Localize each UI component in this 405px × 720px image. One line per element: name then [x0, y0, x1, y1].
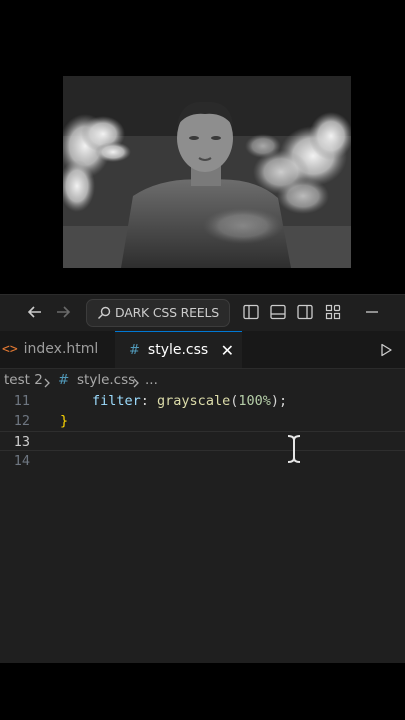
breadcrumb-folder[interactable]: test 2	[4, 369, 43, 391]
command-center-search[interactable]: DARK CSS REELS	[86, 299, 230, 327]
line-number: 13	[13, 434, 30, 450]
toggle-panel-icon[interactable]	[270, 304, 286, 320]
line-number: 12	[13, 413, 30, 429]
line-number: 11	[13, 393, 30, 409]
text-cursor-icon	[286, 434, 302, 468]
code-text: }	[60, 413, 69, 429]
code-line: 12 }	[0, 411, 405, 431]
command-center-label: DARK CSS REELS	[115, 305, 219, 320]
html-file-icon: <>	[2, 342, 18, 357]
person-photo-illustration	[63, 76, 351, 268]
minimize-icon[interactable]	[364, 304, 380, 320]
css-file-icon: #	[129, 343, 140, 358]
code-text: filter: grayscale(100%);	[92, 393, 288, 409]
tab-style-css[interactable]: # style.css ✕	[115, 331, 242, 368]
editor-tab-bar: <> index.html # style.css ✕	[0, 331, 405, 369]
breadcrumb-more[interactable]: ...	[145, 369, 158, 391]
customize-layout-icon[interactable]	[325, 304, 341, 320]
search-icon	[98, 306, 111, 319]
back-arrow-icon[interactable]	[25, 303, 45, 323]
tab-index-html[interactable]: <> index.html	[0, 331, 114, 368]
close-icon[interactable]: ✕	[221, 332, 234, 369]
css-file-icon: #	[58, 372, 70, 388]
forward-arrow-icon[interactable]	[53, 303, 73, 323]
tab-label: style.css	[147, 342, 209, 358]
code-line: 14	[0, 451, 405, 471]
code-line: 11 filter: grayscale(100%);	[0, 391, 405, 411]
breadcrumb-file[interactable]: style.css	[77, 369, 135, 391]
code-line-current: 13	[0, 431, 405, 451]
code-editor[interactable]: 11 filter: grayscale(100%); 12 } 13 14	[0, 391, 405, 663]
line-number: 14	[13, 453, 30, 469]
toggle-primary-sidebar-icon[interactable]	[243, 304, 259, 320]
breadcrumb: test 2 # style.css ...	[0, 369, 405, 391]
video-background-bottom	[0, 663, 405, 720]
toggle-secondary-sidebar-icon[interactable]	[297, 304, 313, 320]
tab-label: index.html	[23, 341, 99, 357]
grayscale-preview-image	[63, 76, 351, 268]
title-bar: DARK CSS REELS	[0, 294, 405, 332]
run-play-icon[interactable]	[379, 342, 393, 361]
